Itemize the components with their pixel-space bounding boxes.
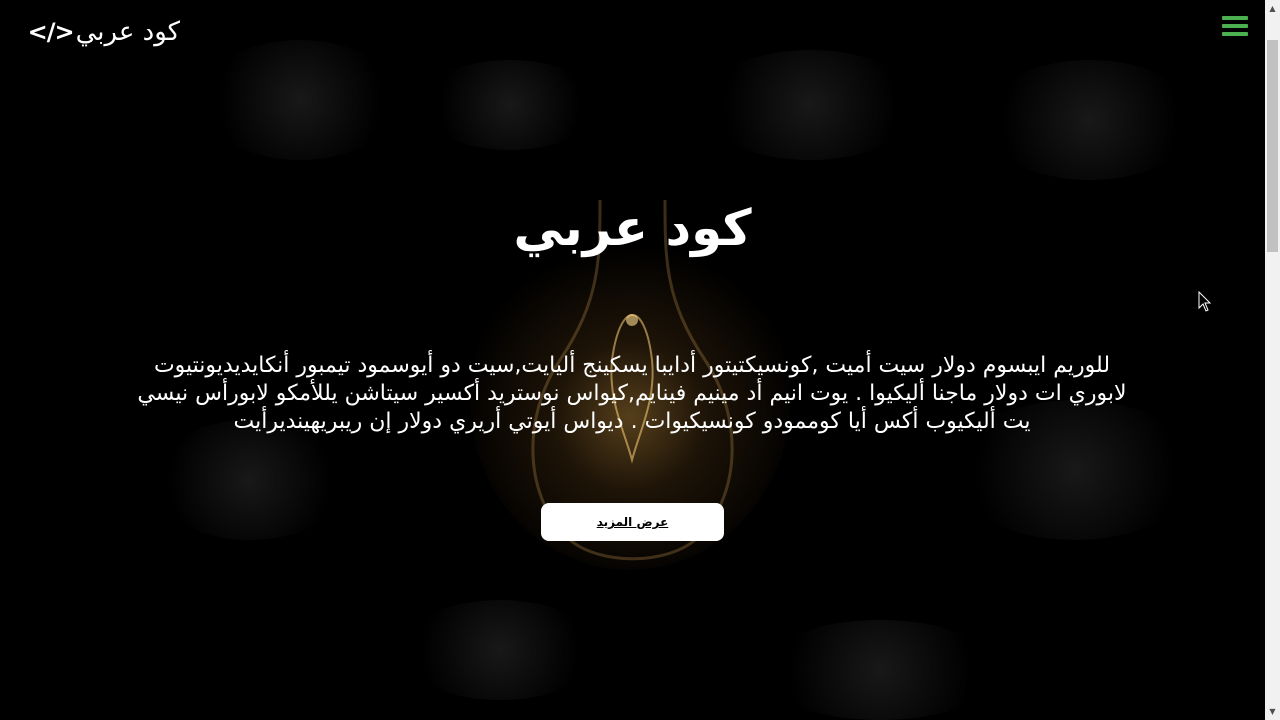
hamburger-menu-icon-bar: [1222, 24, 1248, 28]
scrollbar-thumb[interactable]: [1267, 40, 1278, 252]
hero-description: للوريم ايبسوم دولار سيت أميت ,كونسيكتيتو…: [137, 353, 1127, 434]
show-more-button[interactable]: عرض المزيد: [541, 503, 724, 541]
hamburger-menu-button[interactable]: [1222, 16, 1248, 42]
hamburger-menu-icon-bar: [1222, 32, 1248, 36]
scroll-down-icon[interactable]: ▼: [1265, 703, 1280, 720]
site-logo[interactable]: كود عربي </>: [28, 12, 180, 52]
logo-text: كود عربي: [75, 17, 180, 47]
landing-page: كود عربي </> كود عربي للوريم ايبسوم دولا…: [0, 0, 1265, 720]
mouse-cursor-icon: [1198, 291, 1212, 312]
hero-title: كود عربي: [513, 199, 752, 257]
vertical-scrollbar[interactable]: ▲ ▼: [1265, 0, 1280, 720]
scroll-up-icon[interactable]: ▲: [1265, 0, 1280, 17]
code-brackets-icon: </>: [27, 18, 75, 46]
hamburger-menu-icon-bar: [1222, 16, 1248, 20]
browser-viewport: كود عربي </> كود عربي للوريم ايبسوم دولا…: [0, 0, 1280, 720]
